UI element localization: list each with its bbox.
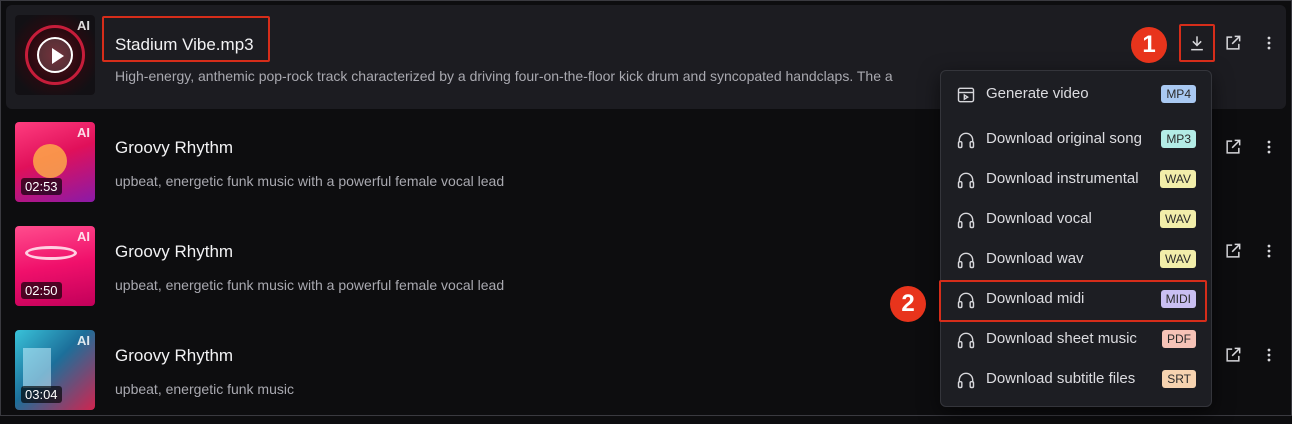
- track-thumbnail[interactable]: AI 02:53: [15, 122, 95, 202]
- track-description: upbeat, energetic funk music with a powe…: [115, 277, 505, 293]
- menu-item-label: Download wav: [986, 250, 1084, 267]
- track-description: upbeat, energetic funk music: [115, 381, 294, 397]
- menu-item-label: Download subtitle files: [986, 370, 1136, 387]
- play-icon[interactable]: [37, 37, 73, 73]
- format-tag: MP4: [1161, 85, 1196, 103]
- track-title[interactable]: Groovy Rhythm: [115, 242, 233, 262]
- track-description: High-energy, anthemic pop-rock track cha…: [115, 68, 893, 84]
- menu-item-label: Download sheet music: [986, 330, 1137, 347]
- headphones-icon: [957, 252, 975, 269]
- more-options-icon[interactable]: [1257, 31, 1281, 55]
- ai-badge: AI: [77, 18, 90, 33]
- track-thumbnail[interactable]: AI 03:04: [15, 330, 95, 410]
- menu-item-download-sheet-music[interactable]: Download sheet music PDF: [941, 319, 1211, 359]
- menu-item-label: Generate video: [986, 85, 1089, 102]
- track-title[interactable]: Groovy Rhythm: [115, 346, 233, 366]
- menu-item-label: Download vocal: [986, 210, 1092, 227]
- headphones-icon: [957, 212, 975, 229]
- format-tag: WAV: [1160, 210, 1196, 228]
- open-external-icon[interactable]: [1221, 343, 1245, 367]
- headphones-icon: [957, 332, 975, 349]
- open-external-icon[interactable]: [1221, 31, 1245, 55]
- duration-badge: 03:04: [21, 386, 62, 403]
- callout-two: 2: [890, 286, 926, 322]
- format-tag: WAV: [1160, 170, 1196, 188]
- track-description: upbeat, energetic funk music with a powe…: [115, 173, 505, 189]
- track-thumbnail[interactable]: AI: [15, 15, 95, 95]
- more-options-icon[interactable]: [1257, 239, 1281, 263]
- headphones-icon: [957, 372, 975, 389]
- thumbnail-art: [23, 348, 51, 388]
- open-external-icon[interactable]: [1221, 135, 1245, 159]
- track-title[interactable]: Groovy Rhythm: [115, 138, 233, 158]
- thumbnail-art: [25, 246, 77, 260]
- menu-item-download-subtitle-files[interactable]: Download subtitle files SRT: [941, 359, 1211, 399]
- thumbnail-art: [33, 144, 67, 178]
- menu-item-download-original-song[interactable]: Download original song MP3: [941, 119, 1211, 159]
- callout-one: 1: [1131, 27, 1167, 63]
- duration-badge: 02:50: [21, 282, 62, 299]
- highlight-box-midi: [939, 280, 1207, 322]
- duration-badge: 02:53: [21, 178, 62, 195]
- ai-badge: AI: [77, 125, 90, 140]
- more-options-icon[interactable]: [1257, 135, 1281, 159]
- highlight-box-title: [102, 16, 270, 62]
- track-thumbnail[interactable]: AI 02:50: [15, 226, 95, 306]
- format-tag: SRT: [1162, 370, 1196, 388]
- headphones-icon: [957, 132, 975, 149]
- headphones-icon: [957, 172, 975, 189]
- menu-item-download-wav[interactable]: Download wav WAV: [941, 239, 1211, 279]
- more-options-icon[interactable]: [1257, 343, 1281, 367]
- open-external-icon[interactable]: [1221, 239, 1245, 263]
- ai-badge: AI: [77, 333, 90, 348]
- video-icon: [957, 87, 975, 103]
- format-tag: WAV: [1160, 250, 1196, 268]
- menu-item-download-vocal[interactable]: Download vocal WAV: [941, 199, 1211, 239]
- format-tag: PDF: [1162, 330, 1196, 348]
- menu-item-label: Download instrumental: [986, 170, 1139, 187]
- menu-item-generate-video[interactable]: Generate video MP4: [941, 74, 1211, 114]
- format-tag: MP3: [1161, 130, 1196, 148]
- download-menu: Generate video MP4 Download original son…: [940, 70, 1212, 407]
- menu-item-download-instrumental[interactable]: Download instrumental WAV: [941, 159, 1211, 199]
- ai-badge: AI: [77, 229, 90, 244]
- highlight-box-download: [1179, 24, 1215, 62]
- menu-item-label: Download original song: [986, 130, 1142, 147]
